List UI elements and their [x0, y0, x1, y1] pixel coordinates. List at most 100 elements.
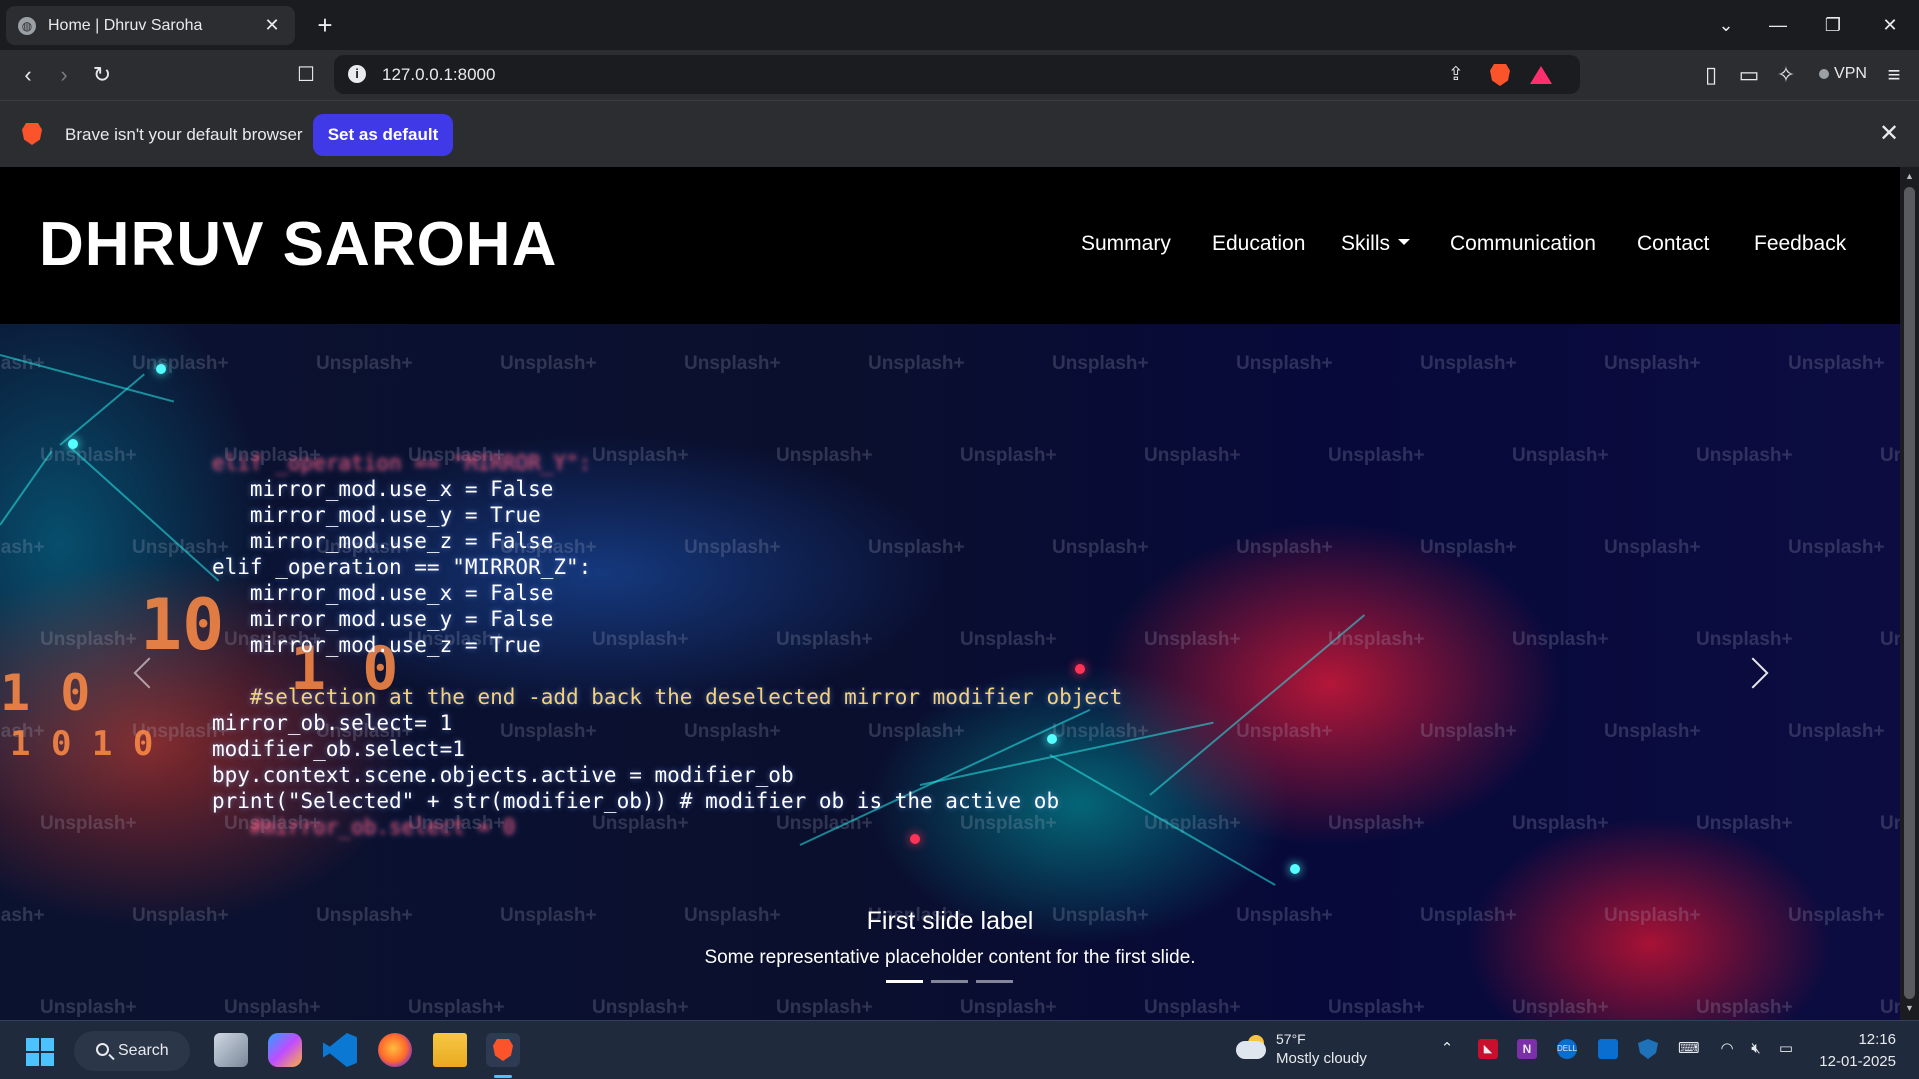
- unsplash-watermark: Unsplash+: [500, 721, 597, 742]
- file-explorer-icon[interactable]: [433, 1033, 467, 1067]
- windows-start-button[interactable]: [26, 1038, 54, 1066]
- wallet-icon[interactable]: ▭: [1733, 60, 1765, 90]
- dell-icon[interactable]: DELL: [1557, 1039, 1577, 1059]
- code-line: #selection at the end -add back the dese…: [212, 685, 1123, 709]
- unsplash-watermark: Unsplash+: [1512, 813, 1609, 834]
- url-text[interactable]: 127.0.0.1:8000: [382, 55, 495, 94]
- active-app-indicator: [494, 1075, 512, 1078]
- close-window-button[interactable]: ✕: [1870, 10, 1910, 40]
- unsplash-watermark: Unsplash+: [960, 629, 1057, 650]
- os-taskbar: Search 57°F Mostly cloudy ⌃ ◣ N DELL ⌨ ◠…: [0, 1020, 1919, 1079]
- code-line: mirror_ob.select= 1: [212, 711, 453, 735]
- onenote-icon[interactable]: N: [1517, 1039, 1537, 1059]
- unsplash-watermark: Unsplash+: [868, 353, 965, 374]
- unsplash-watermark: Unsplash+: [1512, 445, 1609, 466]
- site-navbar: DHRUV SAROHA Summary Education Skills Co…: [0, 167, 1900, 324]
- infobar-message: Brave isn't your default browser: [65, 125, 303, 144]
- brave-taskbar-button[interactable]: [486, 1033, 520, 1067]
- page-scrollbar[interactable]: ▲ ▼: [1900, 167, 1919, 1020]
- unsplash-watermark: Unsplash+: [1144, 997, 1241, 1018]
- binary-digits: 1 0: [0, 664, 91, 722]
- code-line: mirror_mod.use_y = True: [212, 503, 541, 527]
- globe-icon: ◍: [18, 16, 36, 35]
- unsplash-watermark: Unsplash+: [592, 813, 689, 834]
- nav-summary[interactable]: Summary: [1081, 229, 1171, 259]
- wifi-icon[interactable]: ◠: [1717, 1039, 1737, 1059]
- unsplash-watermark: Unsplash+: [1328, 997, 1425, 1018]
- vpn-label: VPN: [1834, 65, 1867, 82]
- site-brand[interactable]: DHRUV SAROHA: [39, 209, 557, 280]
- tab-search-chevron-icon[interactable]: ⌄: [1706, 10, 1746, 40]
- leo-ai-icon[interactable]: ✧: [1770, 60, 1802, 90]
- scroll-down-icon[interactable]: ▼: [1900, 1003, 1919, 1013]
- taskbar-search[interactable]: Search: [74, 1031, 190, 1071]
- caption-text: Some representative placeholder content …: [704, 947, 1196, 968]
- unsplash-watermark: Unsplash+: [776, 997, 873, 1018]
- carousel-indicator[interactable]: [886, 980, 923, 983]
- code-line: print("Selected" + str(modifier_ob)) # m…: [212, 789, 1060, 813]
- unsplash-watermark: Unsplash+: [684, 537, 781, 558]
- nav-skills-dropdown[interactable]: Skills: [1341, 229, 1411, 259]
- nav-contact[interactable]: Contact: [1637, 229, 1709, 259]
- code-line: elif _operation == "MIRROR_Y":: [212, 451, 592, 475]
- infobar-close-icon[interactable]: ✕: [1874, 119, 1904, 149]
- cloud-icon: [1236, 1041, 1266, 1059]
- menu-icon[interactable]: ≡: [1878, 60, 1910, 90]
- task-view-icon[interactable]: [214, 1033, 248, 1067]
- reload-button[interactable]: ↻: [86, 60, 118, 90]
- battery-icon[interactable]: ▭: [1776, 1039, 1796, 1059]
- amd-icon[interactable]: ◣: [1478, 1039, 1498, 1059]
- unsplash-watermark: Unsplash+: [776, 629, 873, 650]
- unsplash-watermark: Unsplash+: [684, 721, 781, 742]
- show-hidden-icons-chevron-icon[interactable]: ⌃: [1437, 1039, 1457, 1059]
- vpn-button[interactable]: VPN: [1809, 57, 1877, 91]
- brave-rewards-icon[interactable]: [1530, 66, 1552, 84]
- network-line: [0, 450, 53, 526]
- system-clock[interactable]: 12:16 12-01-2025: [1796, 1029, 1896, 1073]
- restore-button[interactable]: ❐: [1813, 10, 1853, 40]
- unsplash-watermark: Unsplash+: [592, 445, 689, 466]
- code-line: mirror_mod.use_z = True: [212, 633, 541, 657]
- vpn-status-icon: [1819, 68, 1830, 79]
- carousel-prev-button[interactable]: [122, 654, 162, 694]
- unsplash-watermark: Unsplash+: [1236, 353, 1333, 374]
- unsplash-watermark: Unsplash+: [1788, 721, 1885, 742]
- set-as-default-button[interactable]: Set as default: [313, 114, 453, 156]
- carousel-next-button[interactable]: [1738, 654, 1778, 694]
- unsplash-watermark: Unsplash+: [224, 997, 321, 1018]
- site-info-icon[interactable]: i: [348, 65, 366, 83]
- carousel-indicator[interactable]: [976, 980, 1013, 983]
- unsplash-watermark: Unsplash+: [1236, 721, 1333, 742]
- new-tab-button[interactable]: +: [312, 10, 338, 40]
- scrollbar-thumb[interactable]: [1904, 187, 1915, 999]
- unsplash-watermark: Unsplash+: [960, 445, 1057, 466]
- share-icon[interactable]: ⇪: [1442, 61, 1470, 89]
- nav-feedback[interactable]: Feedback: [1754, 229, 1846, 259]
- firefox-icon[interactable]: [378, 1033, 412, 1067]
- carousel-indicator[interactable]: [931, 980, 968, 983]
- browser-tab[interactable]: ◍ Home | Dhruv Saroha ✕: [6, 6, 295, 45]
- unsplash-watermark: Unsplash+: [1788, 353, 1885, 374]
- forward-button[interactable]: ›: [48, 60, 80, 90]
- dell-update-icon[interactable]: [1598, 1039, 1618, 1059]
- copilot-icon[interactable]: [268, 1033, 302, 1067]
- unsplash-watermark: Unsplash+: [1328, 813, 1425, 834]
- unsplash-watermark: Unsplash+: [132, 353, 229, 374]
- scroll-up-icon[interactable]: ▲: [1900, 171, 1919, 181]
- unsplash-watermark: Unsplash+: [1696, 445, 1793, 466]
- back-button[interactable]: ‹: [12, 60, 44, 90]
- brave-shields-icon[interactable]: [1490, 64, 1510, 86]
- bookmark-icon[interactable]: ☐: [290, 60, 322, 90]
- keyboard-icon[interactable]: ⌨: [1678, 1039, 1700, 1059]
- sidebar-toggle-icon[interactable]: ▯: [1695, 60, 1727, 90]
- security-shield-icon[interactable]: [1638, 1039, 1658, 1059]
- nav-communication[interactable]: Communication: [1450, 229, 1596, 259]
- default-browser-infobar: Brave isn't your default browser Set as …: [0, 100, 1919, 167]
- minimize-button[interactable]: —: [1758, 10, 1798, 40]
- nav-education[interactable]: Education: [1212, 229, 1305, 259]
- network-node: [1075, 664, 1085, 674]
- close-tab-icon[interactable]: ✕: [261, 15, 283, 36]
- vscode-icon[interactable]: [323, 1033, 357, 1067]
- address-bar[interactable]: i 127.0.0.1:8000 ⇪: [334, 55, 1580, 94]
- volume-muted-icon[interactable]: 🔇︎: [1746, 1039, 1766, 1059]
